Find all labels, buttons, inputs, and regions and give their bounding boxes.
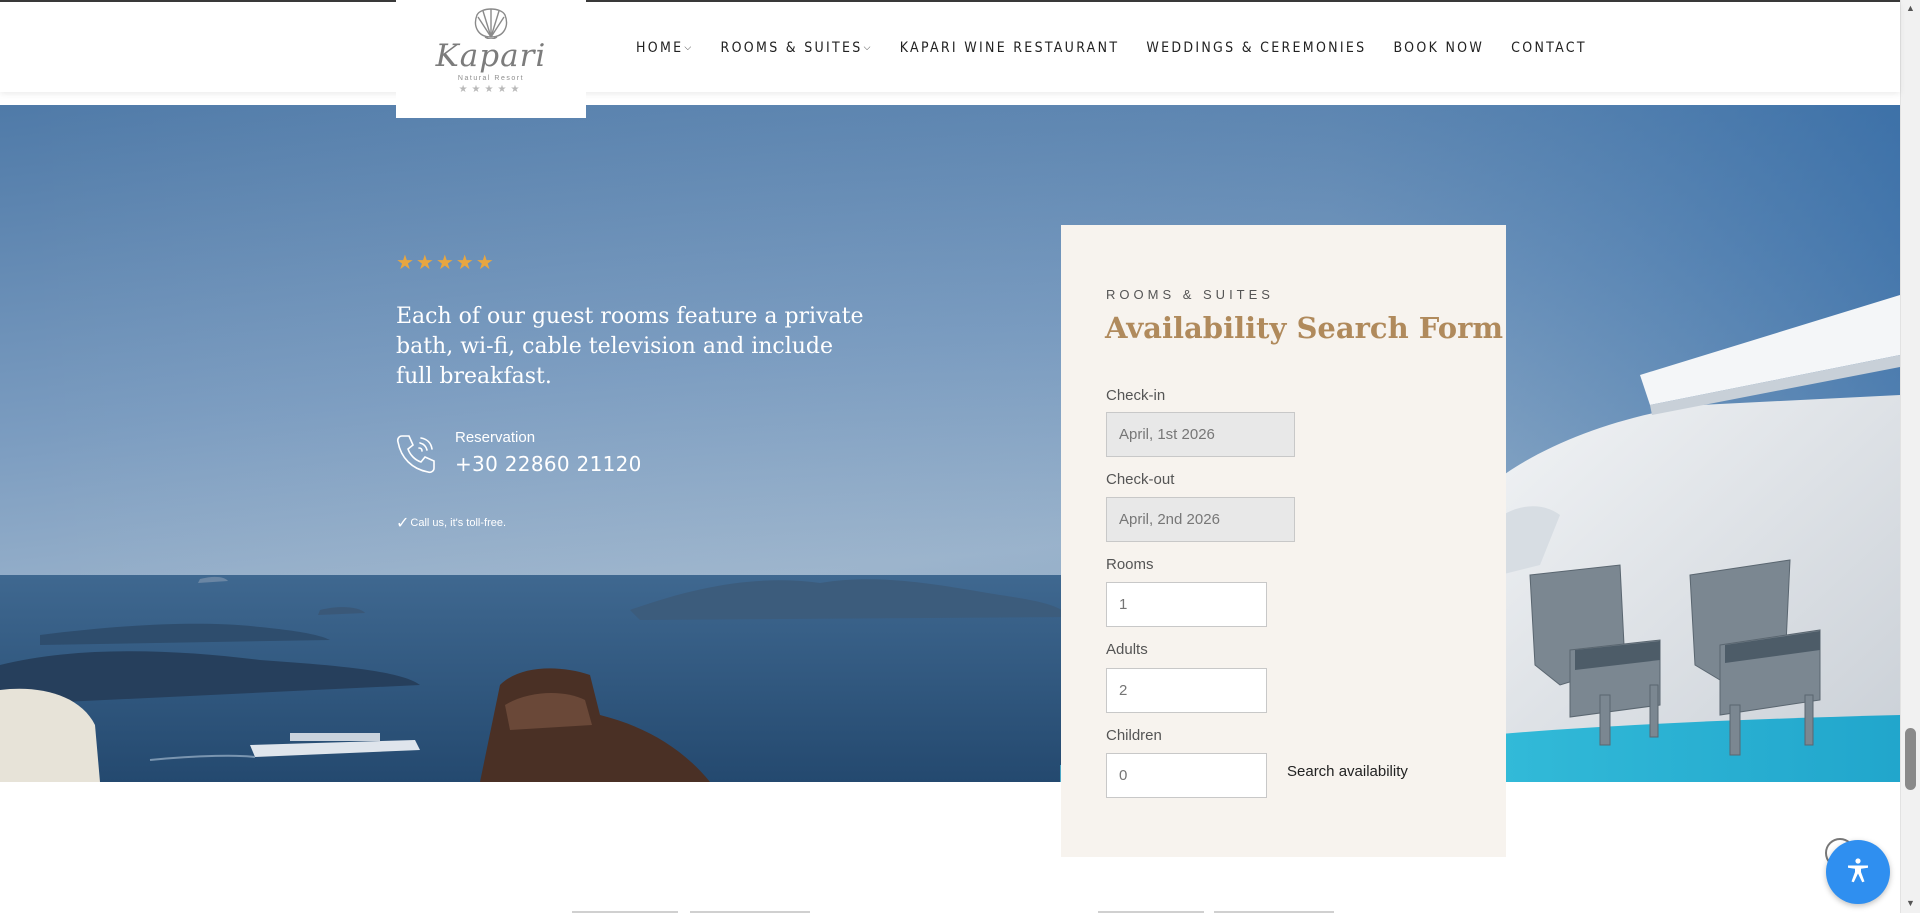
nav-item-label: ROOMS & SUITES [720, 40, 863, 56]
checkout-date-input[interactable] [1106, 497, 1295, 542]
nav-item-label: BOOK NOW [1393, 40, 1485, 56]
hero-background-image [0, 105, 1900, 782]
page-scrollbar[interactable]: ▲ ▼ [1900, 0, 1920, 913]
site-logo[interactable]: Kapari Natural Resort ★★★★★ [396, 0, 586, 118]
rooms-input[interactable] [1106, 582, 1267, 627]
phone-icon [394, 432, 438, 481]
hero-section [0, 105, 1900, 782]
main-nav: HOME ⌵ ROOMS & SUITES ⌵ KAPARI WINE RESTAU… [636, 40, 1614, 56]
nav-item-book-now[interactable]: BOOK NOW [1393, 40, 1484, 56]
availability-search-form: ROOMS & SUITES Availability Search Form … [1061, 225, 1506, 857]
scrollbar-thumb[interactable] [1905, 728, 1916, 790]
site-header: HOME ⌵ ROOMS & SUITES ⌵ KAPARI WINE RESTAU… [0, 2, 1900, 92]
form-title: Availability Search Form [1105, 311, 1504, 345]
nav-item-wine-restaurant[interactable]: KAPARI WINE RESTAURANT [900, 40, 1120, 56]
nav-item-weddings[interactable]: WEDDINGS & CEREMONIES [1146, 40, 1366, 56]
nav-item-label: CONTACT [1511, 40, 1587, 56]
hero-tagline: Each of our guest rooms feature a privat… [396, 304, 864, 389]
checkout-label: Check-out [1106, 471, 1175, 488]
tollfree-note: ✓ Call us, it's toll-free. [396, 513, 506, 533]
nav-item-label: WEDDINGS & CEREMONIES [1146, 40, 1367, 56]
accessibility-button[interactable] [1826, 840, 1890, 904]
nav-item-rooms-suites[interactable]: ROOMS & SUITES ⌵ [721, 40, 873, 56]
chevron-down-icon: ⌵ [684, 43, 694, 53]
scroll-up-arrow-icon[interactable]: ▲ [1906, 3, 1915, 13]
adults-input[interactable] [1106, 668, 1267, 713]
check-icon: ✓ [396, 515, 410, 532]
nav-item-contact[interactable]: CONTACT [1511, 40, 1587, 56]
tollfree-text: Call us, it's toll-free. [410, 517, 507, 529]
nav-item-label: KAPARI WINE RESTAURANT [899, 40, 1120, 56]
rooms-label: Rooms [1106, 556, 1154, 573]
reservation-phone-link[interactable]: +30 22860 21120 [455, 452, 642, 476]
nav-item-label: HOME [636, 40, 684, 56]
form-eyebrow: ROOMS & SUITES [1106, 287, 1274, 302]
reservation-label: Reservation [455, 429, 536, 446]
children-label: Children [1106, 727, 1162, 744]
checkin-label: Check-in [1106, 387, 1166, 404]
search-availability-button[interactable]: Search availability [1287, 763, 1408, 780]
chevron-down-icon: ⌵ [863, 43, 873, 53]
adults-label: Adults [1106, 641, 1148, 658]
accessibility-icon [1844, 856, 1872, 889]
children-input[interactable] [1106, 753, 1267, 798]
nav-item-home[interactable]: HOME ⌵ [636, 40, 694, 56]
scroll-down-arrow-icon[interactable]: ▼ [1906, 898, 1915, 908]
logo-wordmark: Kapari [435, 38, 547, 74]
rating-stars: ★★★★★ [396, 252, 496, 274]
checkin-date-input[interactable] [1106, 412, 1295, 457]
logo-stars: ★★★★★ [458, 84, 524, 95]
logo-subtitle: Natural Resort [457, 75, 525, 82]
